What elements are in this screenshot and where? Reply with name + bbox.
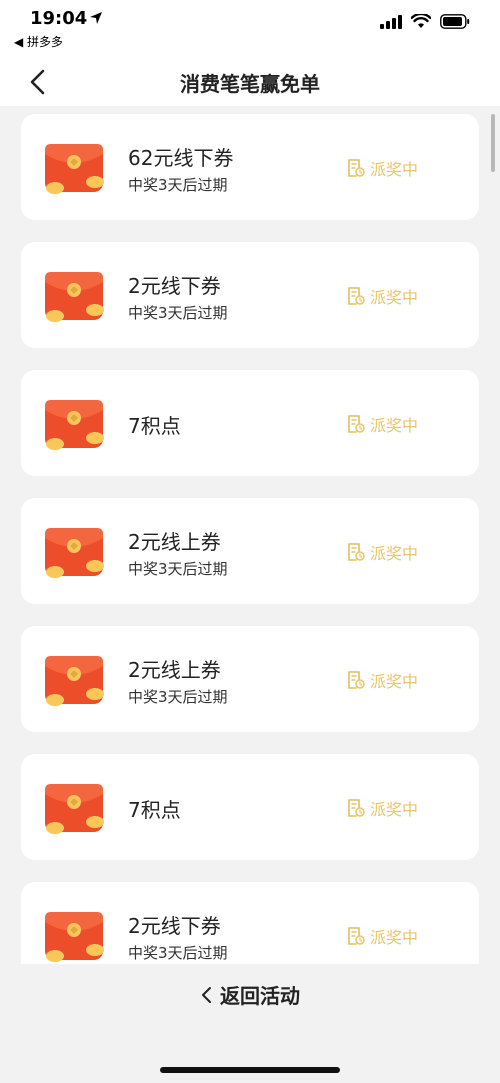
status-label: 派奖中 (370, 544, 419, 563)
status-label: 派奖中 (370, 416, 419, 435)
document-clock-icon (348, 159, 365, 177)
status-badge: 派奖中 (347, 540, 418, 564)
reward-card[interactable]: 2元线上券中奖3天后过期 派奖中 (21, 498, 479, 604)
reward-title: 7积点 (128, 798, 181, 822)
status-badge: 派奖中 (347, 284, 418, 308)
status-label: 派奖中 (370, 672, 419, 691)
battery-icon (440, 14, 470, 29)
cellular-signal-icon (380, 14, 402, 29)
reward-card[interactable]: 62元线下券中奖3天后过期 派奖中 (21, 114, 479, 220)
status-badge: 派奖中 (347, 796, 418, 820)
red-envelope-icon (45, 528, 104, 578)
red-envelope-icon (45, 272, 104, 322)
reward-expiry: 中奖3天后过期 (128, 176, 228, 194)
scrollbar[interactable] (491, 114, 495, 172)
document-clock-icon (348, 671, 365, 689)
status-icons (380, 14, 470, 29)
status-badge: 派奖中 (347, 924, 418, 948)
page-title: 消费笔笔赢免单 (180, 72, 320, 96)
reward-expiry: 中奖3天后过期 (128, 560, 228, 578)
nav-bar: 消费笔笔赢免单 (0, 58, 500, 106)
document-clock-icon (348, 543, 365, 561)
status-badge: 派奖中 (347, 668, 418, 692)
status-label: 派奖中 (370, 160, 419, 179)
reward-card[interactable]: 2元线上券中奖3天后过期 派奖中 (21, 626, 479, 732)
reward-title: 2元线下券 (128, 274, 221, 298)
red-envelope-icon (45, 784, 104, 834)
red-envelope-icon (45, 144, 104, 194)
status-bar: 19:04 ◀ 拼多多 (0, 0, 500, 58)
reward-card[interactable]: 7积点 派奖中 (21, 370, 479, 476)
document-clock-icon (348, 799, 365, 817)
location-arrow-icon (90, 12, 102, 24)
reward-title: 62元线下券 (128, 146, 234, 170)
reward-card[interactable]: 2元线下券中奖3天后过期 派奖中 (21, 882, 479, 964)
document-clock-icon (348, 287, 365, 305)
status-label: 派奖中 (370, 928, 419, 947)
document-clock-icon (348, 927, 365, 945)
reward-title: 2元线上券 (128, 658, 221, 682)
back-to-app-link[interactable]: ◀ 拼多多 (14, 33, 63, 50)
status-time: 19:04 (30, 8, 88, 29)
reward-title: 2元线上券 (128, 530, 221, 554)
reward-title: 2元线下券 (128, 914, 221, 938)
reward-list[interactable]: 62元线下券 中奖3天后过期 派奖中 2元线下券 中奖3天后过期 派奖中 7积点 派奖中 2元线… (0, 106, 500, 964)
wifi-icon (411, 14, 431, 28)
chevron-left-icon (202, 986, 211, 1003)
return-label: 返回活动 (220, 984, 300, 1008)
bottom-bar: 返回活动 (0, 964, 500, 1083)
home-indicator (160, 1067, 340, 1073)
reward-card[interactable]: 7积点 派奖中 (21, 754, 479, 860)
reward-expiry: 中奖3天后过期 (128, 304, 228, 322)
status-label: 派奖中 (370, 288, 419, 307)
reward-card[interactable]: 2元线下券中奖3天后过期 派奖中 (21, 242, 479, 348)
return-to-activity-button[interactable]: 返回活动 (0, 980, 500, 1009)
red-envelope-icon (45, 912, 104, 962)
red-envelope-icon (45, 656, 104, 706)
reward-title: 7积点 (128, 414, 181, 438)
status-label: 派奖中 (370, 800, 419, 819)
status-badge: 派奖中 (347, 412, 418, 436)
reward-expiry: 中奖3天后过期 (128, 944, 228, 962)
red-envelope-icon (45, 400, 104, 450)
document-clock-icon (348, 415, 365, 433)
reward-expiry: 中奖3天后过期 (128, 688, 228, 706)
status-badge: 派奖中 (347, 156, 418, 180)
